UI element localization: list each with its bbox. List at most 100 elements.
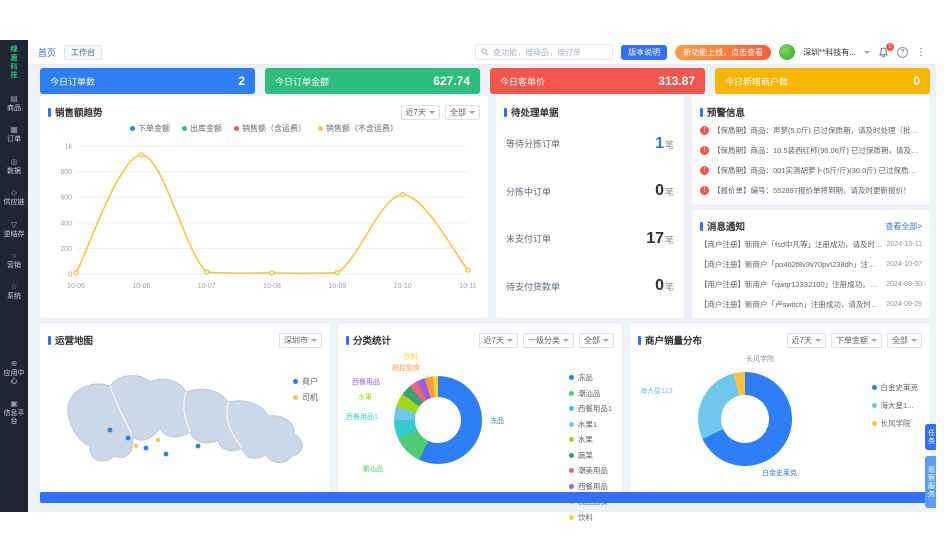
sidebar-item-label: 信息平台: [3, 410, 25, 427]
svg-text:400: 400: [60, 220, 72, 227]
panel-title: 待处理单据: [504, 105, 559, 119]
scope-select[interactable]: 全部: [445, 105, 480, 120]
legend-item[interactable]: 水果1: [569, 419, 612, 430]
kpi-label: 今日订单金额: [275, 75, 329, 88]
sidebar-item-data[interactable]: ◎ 数据: [3, 158, 25, 176]
promo-button[interactable]: 新功能上线，点击查看: [675, 45, 771, 60]
app-center-icon: ⊕: [11, 360, 18, 368]
map-legend: 商户 司机: [293, 376, 318, 403]
notice-item[interactable]: 【商户注册】新商户「po402f8v3v70pvI238dh」注册成功…2024…: [700, 254, 922, 274]
legend-item[interactable]: 水果: [569, 434, 612, 445]
alert-item[interactable]: !【保质期】商品：声梦(5.0斤) 已过保质期，请及时处理（批次号：T10…: [700, 120, 922, 140]
legend-item[interactable]: 西餐用品1: [569, 403, 612, 414]
category-stats-panel: 分类统计 近7天 一级分类 全部 饮料 税控副食 西餐用品 水果 西餐用品1 潮…: [338, 324, 622, 500]
kpi-card-order-amount: 今日订单金额 627.74: [265, 68, 480, 94]
svg-text:10-07: 10-07: [198, 283, 216, 290]
sidebar-item-supply-chain[interactable]: ◇ 供应链: [3, 189, 25, 207]
more-button[interactable]: ⋮: [916, 47, 926, 58]
legend-item[interactable]: 白金史莱克: [872, 382, 919, 393]
legend-dot: [130, 126, 135, 131]
legend-item[interactable]: 蔬菜: [569, 450, 612, 461]
alert-item[interactable]: !【保质期】商品：10.5装西红柿(96.06斤) 已过保质期，请及时处理（批…: [700, 140, 922, 160]
alert-text: 【报价单】编号：552897报价单将到期，请及时更新报价！: [713, 185, 911, 196]
version-button[interactable]: 版本说明: [621, 45, 667, 60]
legend-item[interactable]: 长风学院: [872, 418, 919, 429]
pending-row-sorting[interactable]: 分拣中订单 0笔: [506, 182, 674, 200]
range-select[interactable]: 近7天: [787, 333, 826, 348]
chevron-down-icon: [911, 339, 917, 342]
legend-item[interactable]: 潮汕品: [569, 388, 612, 399]
chevron-down-icon: [311, 339, 317, 342]
level-select[interactable]: 一级分类: [523, 333, 574, 348]
pending-docs-panel: 待处理单据 等待分拣订单 1笔 分拣中订单 0笔 未支付订单 17笔 待支付货款…: [496, 96, 684, 318]
pending-row-unpaid-orders[interactable]: 未支付订单 17笔: [506, 230, 674, 248]
notification-bell[interactable]: 1: [878, 47, 889, 58]
search-input[interactable]: [493, 48, 607, 57]
shenzhen-map[interactable]: [48, 350, 322, 482]
tab-workbench[interactable]: 工作台: [64, 45, 102, 60]
legend-item[interactable]: 出库金额: [182, 123, 222, 134]
sidebar-item-goods[interactable]: ▤ 商品: [3, 95, 25, 113]
sidebar-item-marketing[interactable]: ○ 营销: [3, 252, 25, 270]
pending-row-unpaid-bills[interactable]: 待支付货款单 0笔: [506, 277, 674, 295]
legend-item[interactable]: 海大星1...: [872, 400, 919, 411]
app-logo: 绿鹿科技: [9, 46, 19, 81]
pending-row-waiting-sort[interactable]: 等待分拣订单 1笔: [506, 135, 674, 153]
legend-item-driver[interactable]: 司机: [293, 392, 318, 403]
merchant-donut-area: 长风学院 海大星123 白金史莱克 白金史莱克 海大星1... 长风学院: [638, 352, 922, 490]
panel-header: 分类统计 近7天 一级分类 全部: [346, 332, 614, 348]
pending-rows: 等待分拣订单 1笔 分拣中订单 0笔 未支付订单 17笔 待支付货款单 0笔: [504, 120, 676, 310]
category-donut-chart[interactable]: [394, 376, 482, 464]
legend-item[interactable]: 销售额（含运费）: [234, 123, 306, 134]
pending-label: 分拣中订单: [506, 185, 551, 198]
tab-home[interactable]: 首页: [38, 46, 56, 59]
notification-badge: 1: [886, 43, 894, 51]
legend-item[interactable]: 潮美用品: [569, 465, 612, 476]
sidebar-item-inventory[interactable]: ▽ 逆结存: [3, 221, 25, 239]
title-bar-icon: [504, 108, 507, 117]
scope-select[interactable]: 全部: [579, 333, 614, 348]
pending-unit: 笔: [665, 282, 674, 292]
legend-item[interactable]: 下单金额: [130, 123, 170, 134]
notice-item[interactable]: 【商户注册】新商户「卢switch」注册成功，请及时查看。2024-09-29: [700, 294, 922, 314]
trend-legend: 下单金额 出库金额 销售额（含运费） 销售额（不含运费）: [48, 123, 480, 134]
kpi-card-avg-price: 今日客单价 313.87: [490, 68, 705, 94]
legend-item-merchant[interactable]: 商户: [293, 376, 318, 387]
username[interactable]: 深圳**科技有...: [803, 47, 856, 58]
legend-item[interactable]: 饮料: [569, 512, 612, 523]
alert-item[interactable]: !【报价单】编号：552897报价单将到期，请及时更新报价！: [700, 180, 922, 200]
panel-header: 消息通知 查看全部>: [700, 218, 922, 234]
panel-header: 销售额趋势 近7天 全部: [48, 104, 480, 120]
legend-dot: [872, 385, 877, 390]
legend-item[interactable]: 冻品: [569, 372, 612, 383]
city-select[interactable]: 深圳市: [279, 333, 322, 348]
legend-item[interactable]: 销售额（不含运费）: [318, 123, 398, 134]
svg-text:10-11: 10-11: [459, 283, 476, 290]
sidebar-item-app-center[interactable]: ⊕ 应用中心: [3, 360, 25, 387]
legend-dot: [569, 422, 574, 427]
scope-select[interactable]: 全部: [887, 333, 922, 348]
panel-title: 运营地图: [48, 333, 93, 347]
metric-select[interactable]: 下单金额: [831, 333, 882, 348]
orders-icon: ▦: [10, 126, 18, 134]
range-select[interactable]: 近7天: [479, 333, 518, 348]
alert-item[interactable]: !【保质期】商品：001实测胡萝卜(5斤/斤)(30.0斤) 已过保质期，请及时…: [700, 160, 922, 180]
sidebar-item-system[interactable]: ☆ 系统: [3, 283, 25, 301]
alert-icon: !: [700, 126, 709, 135]
sidebar: 绿鹿科技 ▤ 商品 ▦ 订单 ◎ 数据 ◇ 供应链: [0, 40, 28, 512]
notice-item[interactable]: 【商户注册】新商户「fsd中凡等」注册成功，请及时查看。2024-10-11: [700, 234, 922, 254]
sidebar-item-orders[interactable]: ▦ 订单: [3, 126, 25, 144]
service-edge-tab[interactable]: 观察服务: [925, 456, 936, 508]
help-button[interactable]: ?: [897, 47, 908, 58]
sidebar-item-info-platform[interactable]: ▣ 信息平台: [3, 400, 25, 427]
merchant-donut-chart[interactable]: [698, 372, 792, 466]
panel-title: 预警信息: [700, 105, 745, 119]
marketing-icon: ○: [12, 252, 17, 260]
range-select[interactable]: 近7天: [401, 105, 440, 120]
legend-item[interactable]: 西餐用品: [569, 481, 612, 492]
notice-item[interactable]: 【用户注册】新用户「qwqr12332100」注册成功，请及时审核。2024-0…: [700, 274, 922, 294]
task-edge-tab[interactable]: 任务: [925, 424, 936, 450]
avatar[interactable]: [779, 44, 795, 60]
chevron-down-icon: [429, 111, 435, 114]
view-all-link[interactable]: 查看全部>: [885, 221, 922, 232]
